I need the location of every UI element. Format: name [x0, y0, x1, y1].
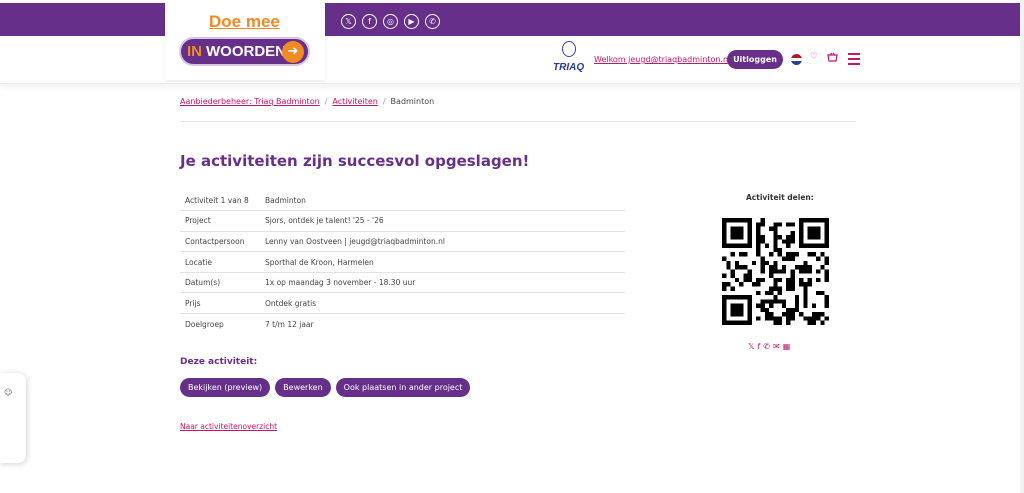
top-bar: 𝕏 f ◎ ▶ ✆: [0, 0, 1024, 36]
row-label: Doelgroep: [185, 319, 224, 329]
facebook-icon[interactable]: f: [757, 342, 760, 351]
whatsapp-icon[interactable]: ✆: [763, 342, 770, 351]
campaign-word-text: WOORDEN: [206, 43, 286, 60]
instagram-icon[interactable]: ◎: [383, 14, 398, 29]
logout-button[interactable]: Uitloggen: [727, 50, 783, 69]
facebook-icon[interactable]: f: [362, 14, 377, 29]
row-label: Activiteit 1 van 8: [180, 190, 260, 212]
table-row: Activiteit 1 van 8 Badminton: [180, 190, 625, 212]
arrow-right-icon: ➜: [282, 41, 304, 63]
basket-icon[interactable]: [827, 52, 838, 65]
row-value: Lenny van Oostveen | jeugd@triaqbadminto…: [260, 231, 625, 253]
row-label: Contactpersoon: [180, 231, 260, 253]
row-label: Prijs: [180, 292, 260, 315]
scrollbar[interactable]: [1020, 0, 1024, 493]
chat-icon: ☺: [4, 388, 13, 397]
row-value: 7 t/m 12 jaar: [265, 319, 314, 329]
campaign-logo[interactable]: Doe mee IN WOORDEN ➜: [165, 0, 325, 80]
club-logo-text: TRIAQ: [553, 62, 585, 73]
row-value: Sjors, ontdek je talent! '25 - '26: [260, 210, 625, 232]
row-label: Locatie: [180, 251, 260, 273]
edit-button[interactable]: Bewerken: [275, 378, 331, 397]
table-row: Contactpersoon Lenny van Oostveen | jeugd…: [180, 231, 625, 253]
divider: [180, 121, 856, 122]
share-label: Activiteit delen:: [746, 193, 814, 202]
breadcrumb-current: Badminton: [390, 97, 435, 106]
heart-icon[interactable]: ♡: [810, 52, 818, 62]
table-row: Prijs Ontdek gratis: [180, 292, 625, 315]
breadcrumb: Aanbiederbeheer: Triaq Badminton / Activ…: [180, 97, 434, 106]
page-title: Je activiteiten zijn succesvol opgeslage…: [180, 152, 530, 170]
social-links: 𝕏 f ◎ ▶ ✆: [341, 14, 440, 29]
breadcrumb-activities-link[interactable]: Activiteiten: [332, 97, 377, 106]
campaign-badge: IN WOORDEN ➜: [179, 37, 310, 66]
table-row: Locatie Sporthal de Kroon, Harmelen: [180, 251, 625, 273]
table-row: Doelgroep 7 t/m 12 jaar: [180, 314, 625, 335]
table-row: Project Sjors, ontdek je talent! '25 - '2…: [180, 210, 625, 232]
x-icon[interactable]: 𝕏: [748, 342, 754, 351]
preview-button[interactable]: Bekijken (preview): [180, 378, 271, 397]
calendar-icon[interactable]: ▦: [783, 342, 791, 351]
mail-icon[interactable]: ✉: [773, 342, 780, 351]
whatsapp-icon[interactable]: ✆: [425, 14, 440, 29]
club-logo[interactable]: TRIAQ: [553, 41, 585, 79]
row-label: Datum(s): [180, 272, 260, 294]
campaign-tagline: Doe mee: [209, 12, 280, 31]
row-value: Badminton: [260, 190, 625, 212]
activity-details-table: Activiteit 1 van 8 Badminton Project Sjors…: [180, 190, 625, 334]
feedback-widget[interactable]: ☺: [0, 373, 26, 463]
row-value: 1x op maandag 3 november - 18.30 uur: [260, 272, 625, 294]
dutch-flag-icon[interactable]: [791, 54, 802, 65]
overview-link[interactable]: Naar activiteitenoverzicht: [180, 422, 277, 431]
actions-label: Deze activiteit:: [180, 357, 258, 367]
row-label: Project: [180, 210, 260, 232]
breadcrumb-separator: /: [324, 97, 328, 106]
x-icon[interactable]: 𝕏: [341, 14, 356, 29]
campaign-in-text: IN: [187, 43, 202, 60]
row-value: Sporthal de Kroon, Harmelen: [260, 251, 625, 273]
shuttlecock-icon: [562, 41, 576, 57]
share-icons: 𝕏 f ✆ ✉ ▦: [748, 342, 790, 351]
site-header: TRIAQ Welkom jeugd@triaqbadminton.nl Uit…: [0, 36, 1024, 84]
breadcrumb-provider-link[interactable]: Aanbiederbeheer: Triaq Badminton: [180, 97, 320, 106]
place-in-other-project-button[interactable]: Ook plaatsen in ander project: [335, 378, 471, 397]
row-value: Ontdek gratis: [260, 292, 625, 315]
welcome-user-link[interactable]: Welkom jeugd@triaqbadminton.nl: [594, 55, 730, 64]
youtube-icon[interactable]: ▶: [404, 14, 419, 29]
breadcrumb-separator: /: [382, 97, 386, 106]
table-row: Datum(s) 1x op maandag 3 november - 18.30…: [180, 272, 625, 294]
action-buttons: Bekijken (preview) Bewerken Ook plaatsen…: [180, 378, 471, 397]
menu-icon[interactable]: [848, 53, 860, 68]
qr-code: [722, 218, 829, 325]
